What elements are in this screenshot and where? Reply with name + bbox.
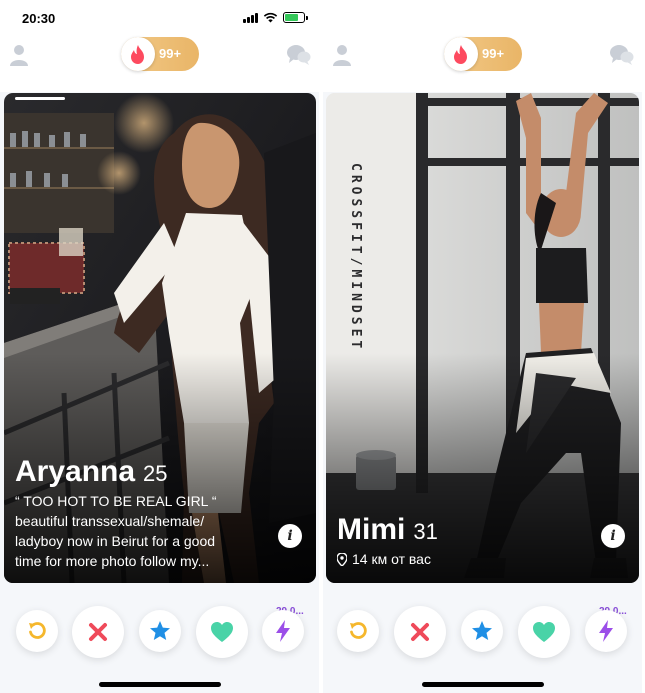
boost-button[interactable] — [585, 610, 627, 652]
rewind-button[interactable] — [337, 610, 379, 652]
super-like-icon — [472, 621, 492, 640]
super-count-pill[interactable]: 99+ — [444, 37, 522, 71]
top-bar: 99+ — [323, 36, 642, 92]
flame-icon — [454, 44, 467, 64]
home-indicator — [99, 682, 221, 687]
profile-age: 31 — [413, 519, 438, 544]
wifi-icon — [263, 12, 278, 23]
info-button[interactable]: i — [278, 524, 302, 548]
profile-card[interactable]: CROSSFIT/MINDSET Mimi 31 14 км от вас i — [326, 93, 639, 583]
home-indicator — [422, 682, 544, 687]
status-bar — [323, 0, 642, 36]
profile-card[interactable]: Aryanna 25 “ TOO HOT TO BE REAL GIRL “ b… — [4, 93, 316, 583]
like-icon — [533, 622, 555, 642]
rewind-button[interactable] — [16, 610, 58, 652]
super-like-icon — [150, 621, 170, 640]
boost-icon — [276, 620, 290, 642]
action-bar: 29,0... — [0, 590, 319, 670]
action-bar: 29,0... — [323, 590, 642, 670]
bio-line: time for more photo follow my... — [15, 553, 210, 569]
info-button[interactable]: i — [601, 524, 625, 548]
status-bar: 20:30 — [0, 0, 319, 36]
location-pin-icon — [337, 552, 347, 566]
rewind-icon — [29, 622, 46, 639]
system-icons — [243, 12, 308, 23]
super-count: 99+ — [159, 46, 182, 61]
chat-icon[interactable] — [287, 44, 311, 66]
flame-button[interactable] — [121, 37, 155, 71]
name-row: Mimi 31 — [337, 513, 438, 547]
signal-icon — [243, 13, 258, 23]
status-time: 20:30 — [22, 11, 56, 26]
profile-name: Mimi — [337, 513, 406, 546]
nope-button[interactable] — [394, 606, 446, 658]
super-count: 99+ — [482, 46, 505, 61]
like-button[interactable] — [518, 606, 570, 658]
super-like-button[interactable] — [461, 610, 503, 652]
flame-button[interactable] — [444, 37, 478, 71]
chat-icon[interactable] — [610, 44, 634, 66]
bio-line: ladyboy now in Beirut for a good — [15, 533, 216, 549]
like-icon — [211, 622, 233, 642]
nope-icon — [411, 623, 429, 641]
name-row: Aryanna 25 — [15, 455, 168, 489]
boost-button[interactable] — [262, 610, 304, 652]
battery-icon — [283, 12, 308, 23]
screen-right: 99+ CROSSFIT/MINDSET Mimi 31 14 км от ва… — [323, 0, 642, 693]
distance-text: 14 км от вас — [352, 551, 431, 567]
distance-row: 14 км от вас — [337, 551, 431, 567]
profile-icon[interactable] — [10, 44, 28, 66]
nope-icon — [89, 623, 107, 641]
top-bar: 99+ — [0, 36, 319, 92]
profile-icon[interactable] — [333, 44, 351, 66]
profile-name: Aryanna — [15, 455, 136, 488]
nope-button[interactable] — [72, 606, 124, 658]
photo-progress-indicator — [15, 97, 65, 100]
boost-icon — [599, 620, 613, 642]
bio-line: “ TOO HOT TO BE REAL GIRL “ — [15, 493, 217, 509]
profile-bio: “ TOO HOT TO BE REAL GIRL “ beautiful tr… — [15, 491, 265, 571]
card-gradient — [326, 353, 639, 583]
like-button[interactable] — [196, 606, 248, 658]
flame-icon — [131, 44, 144, 64]
bio-line: beautiful transsexual/shemale/ — [15, 513, 205, 529]
screen-left: 20:30 99+ Aryanna 25 “ TOO HOT TO BE REA… — [0, 0, 319, 693]
gym-wall-text: CROSSFIT/MINDSET — [348, 163, 363, 353]
profile-age: 25 — [143, 461, 168, 486]
rewind-icon — [350, 622, 367, 639]
super-like-button[interactable] — [139, 610, 181, 652]
super-count-pill[interactable]: 99+ — [121, 37, 199, 71]
